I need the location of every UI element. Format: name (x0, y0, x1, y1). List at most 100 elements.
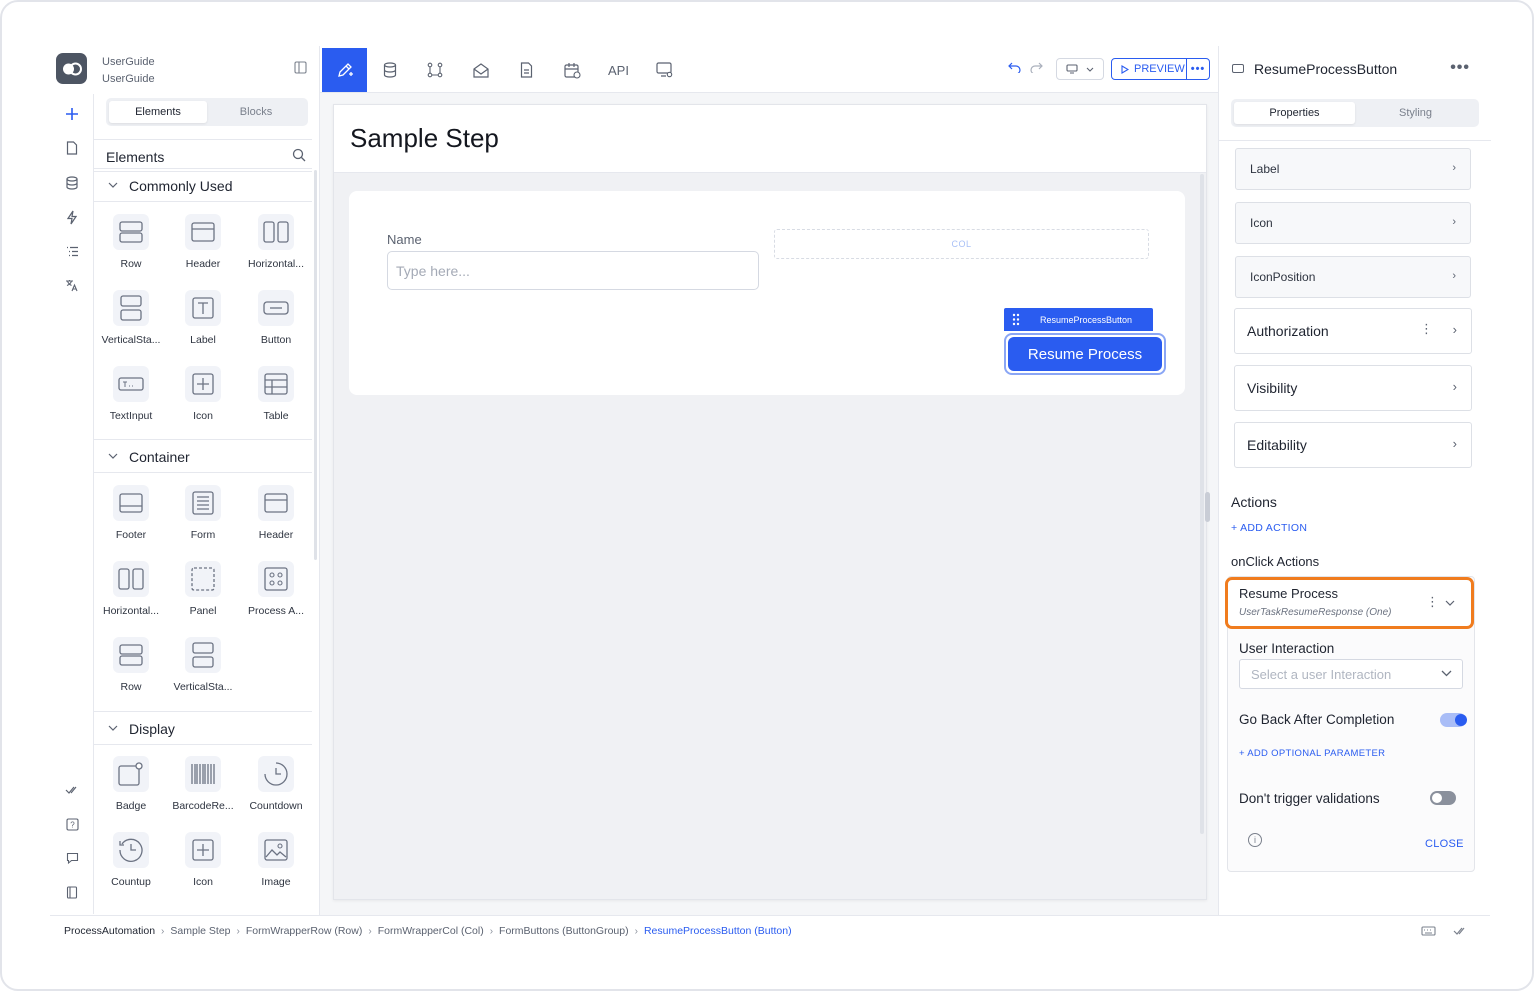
palette-item-panel[interactable]: Panel (166, 557, 240, 627)
documents-button[interactable] (504, 48, 549, 92)
palette-item-horizontal-container[interactable]: Horizontal... (94, 557, 168, 627)
property-visibility[interactable]: Visibility › (1234, 365, 1472, 411)
palette-item-row-container[interactable]: Row (94, 633, 168, 703)
palette-item-textinput[interactable]: TextInput (94, 362, 168, 432)
palette-item-badge[interactable]: Badge (94, 752, 168, 822)
tab-properties[interactable]: Properties (1234, 102, 1355, 124)
palette-item-vertical-stack-container[interactable]: VerticalSta... (166, 633, 240, 703)
preview-button[interactable]: PREVIEW (1112, 59, 1187, 79)
palette-item-countup[interactable]: Countup (94, 828, 168, 898)
section-title: Container (129, 449, 190, 465)
palette-item-vertical-stack[interactable]: VerticalSta... (94, 286, 168, 356)
drag-handle-icon[interactable] (1004, 313, 1028, 326)
selection-tag[interactable]: ResumeProcessButton (1004, 308, 1153, 331)
property-editability[interactable]: Editability › (1234, 422, 1472, 468)
api-button[interactable]: API (596, 48, 641, 92)
breadcrumb-item[interactable]: FormWrapperRow (Row) (246, 925, 363, 937)
device-select[interactable] (1056, 58, 1104, 80)
more-icon[interactable]: ••• (1450, 59, 1470, 77)
app-logo[interactable] (56, 53, 87, 84)
breadcrumb-item[interactable]: ProcessAutomation (64, 925, 155, 937)
palette-item-icon-display[interactable]: Icon (166, 828, 240, 898)
design-tab-button[interactable] (322, 48, 367, 92)
chevron-down-icon (108, 451, 118, 462)
empty-column-placeholder[interactable]: COL (774, 229, 1149, 259)
search-icon[interactable] (292, 148, 306, 167)
panel-toggle-icon[interactable] (294, 61, 307, 79)
add-action-link[interactable]: + ADD ACTION (1231, 522, 1307, 534)
user-interaction-select[interactable]: Select a user Interaction (1239, 659, 1463, 689)
chevron-down-icon[interactable] (1445, 595, 1455, 609)
palette-item-row[interactable]: Row (94, 210, 168, 280)
lightning-icon[interactable] (58, 203, 86, 231)
breadcrumb-item[interactable]: FormButtons (ButtonGroup) (499, 925, 629, 937)
undo-icon[interactable] (1008, 60, 1021, 77)
database-icon[interactable] (58, 169, 86, 197)
list-icon[interactable] (58, 237, 86, 265)
canvas-scrollbar[interactable] (1200, 174, 1204, 834)
schedule-button[interactable] (550, 48, 595, 92)
mail-button[interactable] (458, 48, 503, 92)
workflow-button[interactable] (412, 48, 457, 92)
book-icon[interactable] (58, 878, 86, 906)
palette-item-header[interactable]: Header (166, 210, 240, 280)
redo-icon[interactable] (1030, 60, 1043, 77)
palette-item-label: TextInput (109, 410, 153, 422)
kebab-icon[interactable]: ⋮ (1420, 321, 1433, 337)
tab-blocks[interactable]: Blocks (207, 101, 305, 123)
checks-icon[interactable] (58, 776, 86, 804)
breadcrumb-item[interactable]: Sample Step (170, 925, 230, 937)
translate-icon[interactable] (58, 271, 86, 299)
tab-elements[interactable]: Elements (109, 101, 207, 123)
palette-item-process-action[interactable]: Process A... (239, 557, 313, 627)
form-card[interactable]: Name Type here... COL ResumeProcessButto… (349, 191, 1185, 395)
palette-item-footer[interactable]: Footer (94, 481, 168, 551)
section-container[interactable]: Container (94, 439, 312, 473)
add-optional-parameter-link[interactable]: + ADD OPTIONAL PARAMETER (1239, 748, 1385, 759)
info-icon[interactable]: i (1248, 833, 1262, 847)
project-name[interactable]: UserGuide UserGuide (102, 54, 155, 88)
palette-item-countdown[interactable]: Countdown (239, 752, 313, 822)
palette-item-form[interactable]: Form (166, 481, 240, 551)
palette-item-label: Panel (189, 605, 217, 617)
property-title: Editability (1247, 437, 1307, 453)
section-commonly-used[interactable]: Commonly Used (94, 168, 312, 202)
palette-item-barcode[interactable]: BarcodeRe... (166, 752, 240, 822)
add-icon[interactable] (58, 100, 86, 128)
data-model-button[interactable] (367, 48, 412, 92)
settings-button[interactable] (642, 48, 687, 92)
palette-item-label: VerticalSta... (173, 681, 233, 693)
palette-item-header-container[interactable]: Header (239, 481, 313, 551)
kebab-icon[interactable]: ⋮ (1426, 594, 1439, 610)
property-label[interactable]: Label › (1235, 148, 1471, 190)
name-input[interactable]: Type here... (387, 251, 759, 290)
close-button[interactable]: CLOSE (1425, 838, 1464, 850)
palette-item-horizontal[interactable]: Horizontal... (239, 210, 313, 280)
breadcrumb-item[interactable]: FormWrapperCol (Col) (378, 925, 484, 937)
comment-icon[interactable] (58, 844, 86, 872)
page-icon[interactable] (58, 134, 86, 162)
tab-styling[interactable]: Styling (1355, 102, 1476, 124)
checks-icon[interactable] (1453, 926, 1468, 939)
resume-process-button[interactable]: Resume Process (1008, 337, 1162, 371)
palette-item-button[interactable]: Button (239, 286, 313, 356)
help-icon[interactable]: ? (58, 810, 86, 838)
property-icon[interactable]: Icon › (1235, 202, 1471, 244)
dont-trigger-validations-toggle[interactable] (1430, 791, 1456, 805)
property-authorization[interactable]: Authorization ⋮ › (1234, 308, 1472, 354)
palette-item-label: Process A... (247, 605, 305, 617)
property-iconposition[interactable]: IconPosition › (1235, 256, 1471, 298)
breadcrumb-item-current[interactable]: ResumeProcessButton (Button) (644, 925, 792, 937)
keyboard-icon[interactable] (1421, 926, 1436, 939)
palette-item-label[interactable]: Label (166, 286, 240, 356)
palette-scrollbar[interactable] (314, 170, 317, 560)
section-display[interactable]: Display (94, 711, 312, 745)
palette-item-icon[interactable]: Icon (166, 362, 240, 432)
palette-item-table[interactable]: Table (239, 362, 313, 432)
resize-handle[interactable] (1205, 492, 1210, 522)
palette-item-image[interactable]: Image (239, 828, 313, 898)
more-options-button[interactable]: ••• (1187, 63, 1209, 75)
header-icon (185, 214, 221, 250)
page-header[interactable]: Sample Step (334, 105, 1206, 173)
go-back-toggle[interactable] (1440, 713, 1467, 727)
